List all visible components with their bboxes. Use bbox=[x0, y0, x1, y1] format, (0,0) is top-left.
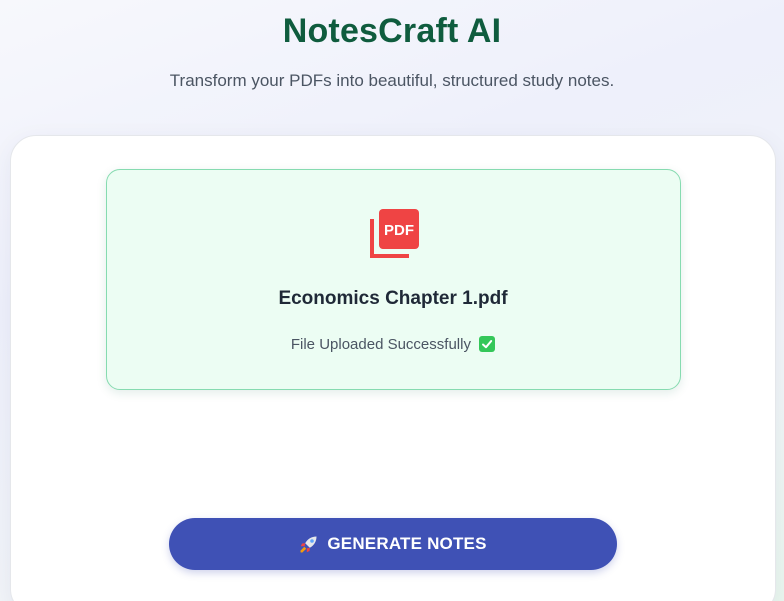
pdf-icon-label: PDF bbox=[384, 222, 414, 239]
upload-status-text: File Uploaded Successfully bbox=[290, 336, 471, 353]
app-title: NotesCraft AI bbox=[282, 12, 502, 50]
rocket-icon bbox=[299, 534, 319, 554]
upload-status: File Uploaded Successfully bbox=[107, 335, 679, 355]
file-upload-area[interactable]: PDF Economics Chapter 1.pdf File Uploade… bbox=[106, 169, 681, 390]
pdf-file-icon: PDF bbox=[369, 207, 421, 259]
app-tagline: Transform your PDFs into beautiful, stru… bbox=[169, 71, 615, 90]
generate-notes-label: GENERATE NOTES bbox=[327, 534, 487, 553]
generate-notes-button[interactable]: GENERATE NOTES bbox=[169, 518, 617, 570]
main-card: PDF Economics Chapter 1.pdf File Uploade… bbox=[10, 135, 776, 601]
check-mark-icon bbox=[479, 336, 496, 352]
uploaded-file-name: Economics Chapter 1.pdf bbox=[278, 288, 508, 309]
